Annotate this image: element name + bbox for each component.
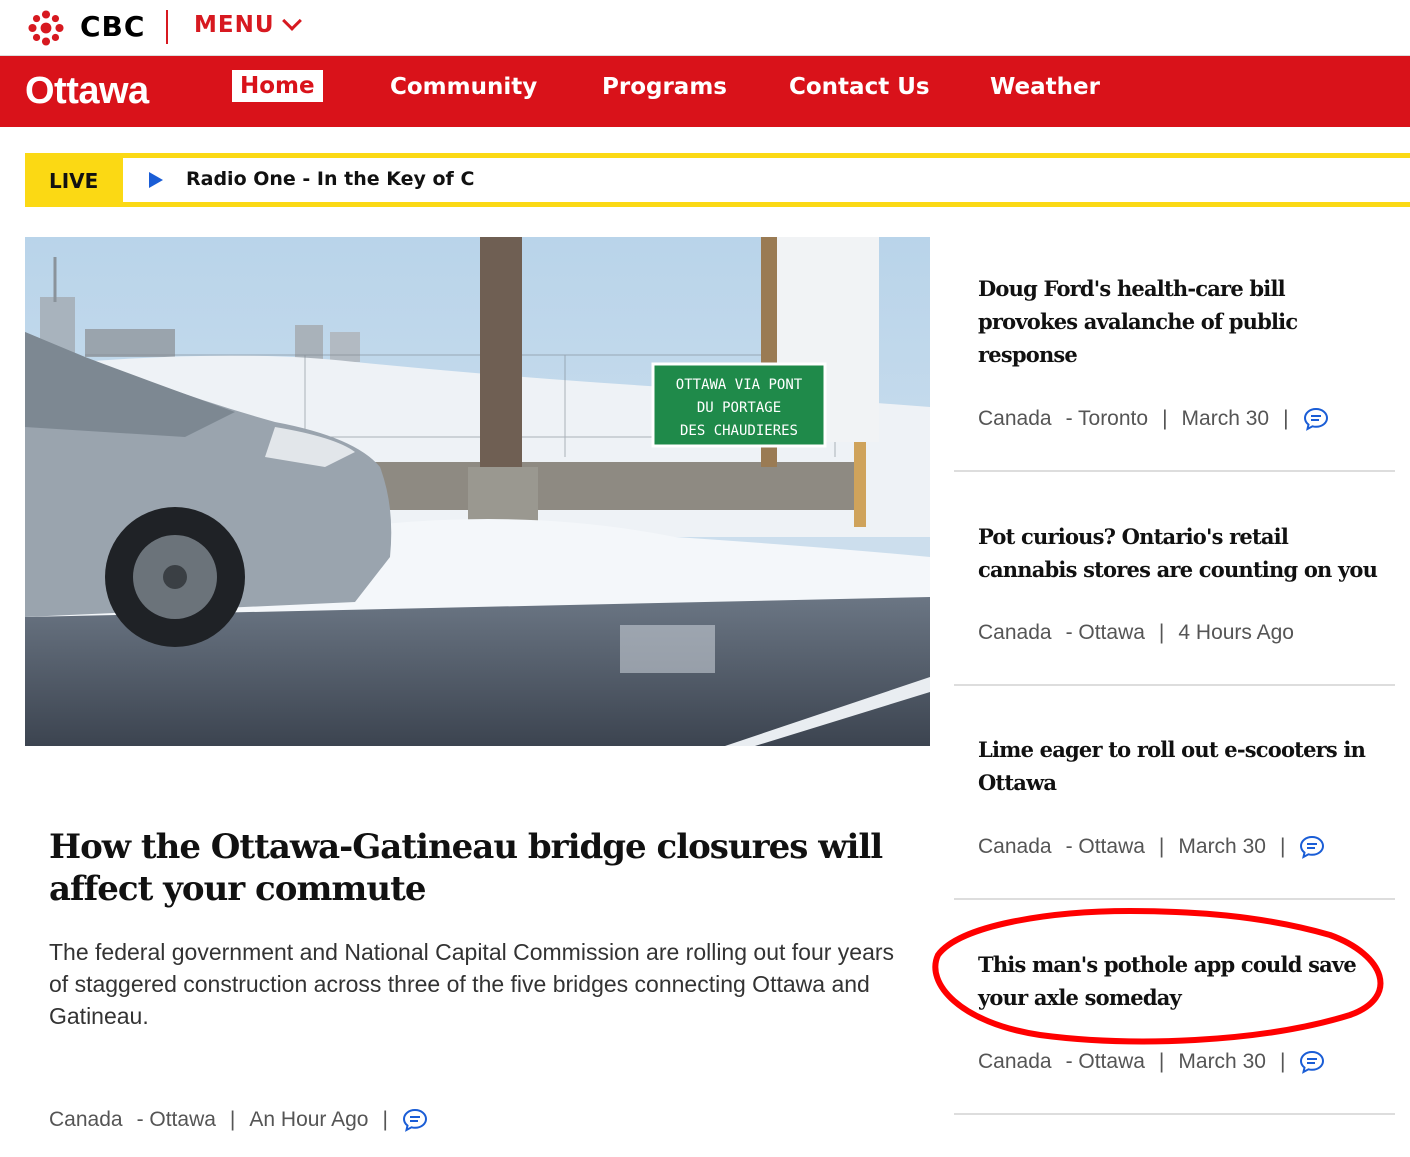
live-stream-title[interactable]: Radio One - In the Key of C: [186, 168, 474, 190]
story-card[interactable]: Lime eager to roll out e-scooters in Ott…: [954, 686, 1395, 900]
meta-city[interactable]: - Ottawa: [1066, 1050, 1145, 1074]
meta-city[interactable]: - Ottawa: [1066, 835, 1145, 859]
region-title[interactable]: Ottawa: [25, 70, 149, 113]
story-headline[interactable]: This man's pothole app could save your a…: [978, 948, 1378, 1014]
meta-separator: |: [229, 1108, 236, 1131]
live-label: LIVE: [49, 169, 99, 193]
sign-line-1: OTTAWA VIA PONT: [676, 377, 803, 393]
meta-time: March 30: [1178, 835, 1266, 858]
meta-separator: |: [1283, 407, 1289, 430]
hero-image[interactable]: OTTAWA VIA PONT DU PORTAGE DES CHAUDIERE…: [25, 237, 930, 746]
meta-separator: |: [1162, 407, 1168, 430]
meta-time: 4 Hours Ago: [1178, 621, 1294, 644]
meta-separator: |: [1279, 1050, 1286, 1073]
meta-city[interactable]: - Ottawa: [1066, 621, 1145, 645]
comment-icon[interactable]: [1303, 407, 1329, 431]
hero-meta: Canada - Ottawa | An Hour Ago |: [49, 1108, 428, 1132]
nav-item-weather[interactable]: Weather: [990, 74, 1100, 100]
meta-country[interactable]: Canada: [978, 835, 1052, 859]
meta-separator: |: [382, 1108, 388, 1131]
story-headline[interactable]: Doug Ford's health-care bill provokes av…: [978, 272, 1378, 371]
top-bar: CBC MENU: [0, 0, 1410, 56]
nav-item-community[interactable]: Community: [390, 74, 537, 100]
meta-time: March 30: [1181, 407, 1270, 430]
menu-label: MENU: [194, 12, 275, 38]
meta-separator: |: [1279, 835, 1286, 858]
meta-time: March 30: [1178, 1050, 1266, 1073]
hero-headline[interactable]: How the Ottawa-Gatineau bridge closures …: [49, 826, 909, 910]
meta-separator: |: [1158, 1050, 1165, 1073]
chevron-down-icon: [281, 11, 302, 31]
nav-item-home[interactable]: Home: [232, 70, 323, 102]
story-headline[interactable]: Pot curious? Ontario's retail cannabis s…: [978, 520, 1378, 586]
menu-button[interactable]: MENU: [194, 11, 302, 38]
cbc-gem-icon[interactable]: [26, 10, 66, 46]
nav-item-contact-us[interactable]: Contact Us: [789, 74, 930, 100]
play-icon[interactable]: [149, 172, 163, 188]
live-bar[interactable]: LIVE Radio One - In the Key of C: [25, 153, 1410, 207]
story-meta: Canada - Toronto | March 30 |: [978, 407, 1329, 431]
story-card[interactable]: Doug Ford's health-care bill provokes av…: [954, 237, 1395, 472]
story-card[interactable]: Pot curious? Ontario's retail cannabis s…: [954, 472, 1395, 686]
sign-line-3: DES CHAUDIERES: [680, 423, 798, 439]
section-nav: Ottawa Home Community Programs Contact U…: [0, 56, 1410, 127]
brand-wordmark[interactable]: CBC: [80, 10, 145, 43]
hero-photo: OTTAWA VIA PONT DU PORTAGE DES CHAUDIERE…: [25, 237, 930, 746]
meta-time: An Hour Ago: [249, 1108, 369, 1131]
hero-description: The federal government and National Capi…: [49, 939, 895, 1029]
comment-icon[interactable]: [402, 1108, 428, 1132]
comment-icon[interactable]: [1299, 1050, 1325, 1074]
story-meta: Canada - Ottawa | 4 Hours Ago: [978, 621, 1308, 645]
story-meta: Canada - Ottawa | March 30 |: [978, 835, 1325, 859]
meta-country[interactable]: Canada: [978, 407, 1052, 431]
story-headline[interactable]: Lime eager to roll out e-scooters in Ott…: [978, 733, 1378, 799]
sign-line-2: DU PORTAGE: [697, 400, 781, 416]
comment-icon[interactable]: [1299, 835, 1325, 859]
story-meta: Canada - Ottawa | March 30 |: [978, 1050, 1325, 1074]
meta-city[interactable]: - Toronto: [1066, 407, 1149, 431]
meta-separator: |: [1158, 835, 1165, 858]
topbar-divider: [166, 10, 168, 44]
nav-item-programs[interactable]: Programs: [602, 74, 727, 100]
meta-country[interactable]: Canada: [978, 1050, 1052, 1074]
live-player[interactable]: Radio One - In the Key of C: [123, 158, 1410, 202]
meta-city[interactable]: - Ottawa: [137, 1108, 216, 1132]
story-card[interactable]: This man's pothole app could save your a…: [954, 900, 1395, 1115]
meta-country[interactable]: Canada: [978, 621, 1052, 645]
meta-separator: |: [1158, 621, 1165, 644]
meta-country[interactable]: Canada: [49, 1108, 123, 1132]
